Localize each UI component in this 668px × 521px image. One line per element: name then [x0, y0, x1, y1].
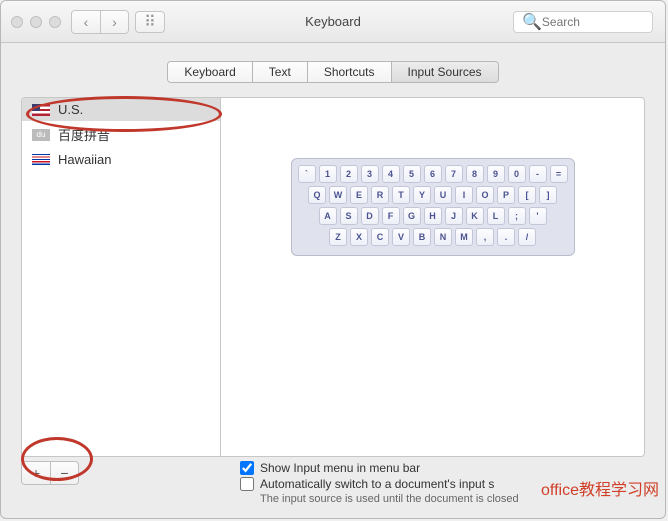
source-label: Hawaiian	[58, 152, 111, 167]
key: G	[403, 207, 421, 225]
add-button[interactable]: +	[22, 462, 50, 484]
key: H	[424, 207, 442, 225]
tabs: KeyboardTextShortcutsInput Sources	[1, 43, 665, 97]
keyboard-row: ZXCVBNM,./	[298, 228, 568, 246]
content: U.S. du 百度拼音 Hawaiian `1234567890-= QWERTYUI…	[1, 97, 665, 457]
tab-shortcuts[interactable]: Shortcuts	[307, 62, 391, 82]
back-button[interactable]: ‹	[72, 11, 100, 33]
key: R	[371, 186, 389, 204]
search-field[interactable]: 🔍	[513, 11, 653, 33]
key: 0	[508, 165, 526, 183]
keyboard-layout: `1234567890-= QWERTYUIOP[] ASDFGHJKL;' ZXCV…	[291, 158, 575, 256]
key: A	[319, 207, 337, 225]
source-label: U.S.	[58, 102, 83, 117]
titlebar: ‹ › ⠿ Keyboard 🔍	[1, 1, 665, 43]
key: Z	[329, 228, 347, 246]
key: '	[529, 207, 547, 225]
key: M	[455, 228, 473, 246]
key: T	[392, 186, 410, 204]
key: Y	[413, 186, 431, 204]
flag-icon	[32, 154, 50, 166]
add-remove-box: + −	[21, 461, 79, 485]
tab-keyboard[interactable]: Keyboard	[168, 62, 251, 82]
grid-icon: ⠿	[144, 12, 156, 32]
source-list: U.S. du 百度拼音 Hawaiian	[21, 97, 221, 457]
key: ,	[476, 228, 494, 246]
key: .	[497, 228, 515, 246]
key: X	[350, 228, 368, 246]
traffic-lights	[11, 16, 61, 28]
key: 3	[361, 165, 379, 183]
key: K	[466, 207, 484, 225]
flag-icon	[32, 104, 50, 116]
search-icon: 🔍	[522, 12, 542, 32]
tab-text[interactable]: Text	[252, 62, 307, 82]
key: 9	[487, 165, 505, 183]
key: 7	[445, 165, 463, 183]
key: U	[434, 186, 452, 204]
key: 5	[403, 165, 421, 183]
source-item[interactable]: U.S.	[22, 98, 220, 121]
key: =	[550, 165, 568, 183]
keyboard-row: ASDFGHJKL;'	[298, 207, 568, 225]
keyboard-preview: `1234567890-= QWERTYUIOP[] ASDFGHJKL;' ZXCV…	[221, 97, 645, 457]
key: 2	[340, 165, 358, 183]
auto-switch-checkbox[interactable]	[240, 477, 254, 491]
key: F	[382, 207, 400, 225]
search-input[interactable]	[542, 15, 644, 29]
show-menu-checkbox[interactable]	[240, 461, 254, 475]
key: -	[529, 165, 547, 183]
key: P	[497, 186, 515, 204]
zoom-icon[interactable]	[49, 16, 61, 28]
key: 6	[424, 165, 442, 183]
keyboard-row: QWERTYUIOP[]	[298, 186, 568, 204]
flag-icon: du	[32, 129, 50, 141]
key: W	[329, 186, 347, 204]
tab-input-sources[interactable]: Input Sources	[391, 62, 498, 82]
key: Q	[308, 186, 326, 204]
key: D	[361, 207, 379, 225]
key: V	[392, 228, 410, 246]
key: /	[518, 228, 536, 246]
keyboard-row: `1234567890-=	[298, 165, 568, 183]
key: B	[413, 228, 431, 246]
key: 1	[319, 165, 337, 183]
key: ;	[508, 207, 526, 225]
show-all-button[interactable]: ⠿	[135, 11, 165, 33]
forward-button[interactable]: ›	[100, 11, 128, 33]
source-item[interactable]: Hawaiian	[22, 148, 220, 171]
close-icon[interactable]	[11, 16, 23, 28]
key: [	[518, 186, 536, 204]
key: 4	[382, 165, 400, 183]
auto-switch-label: Automatically switch to a document's inp…	[260, 477, 494, 491]
remove-button[interactable]: −	[50, 462, 78, 484]
key: L	[487, 207, 505, 225]
key: I	[455, 186, 473, 204]
key: J	[445, 207, 463, 225]
key: C	[371, 228, 389, 246]
minimize-icon[interactable]	[30, 16, 42, 28]
show-menu-label: Show Input menu in menu bar	[260, 461, 420, 475]
window-title: Keyboard	[305, 14, 361, 29]
watermark: office教程学习网	[541, 476, 659, 500]
show-menu-option[interactable]: Show Input menu in menu bar	[240, 461, 645, 475]
source-item[interactable]: du 百度拼音	[22, 121, 220, 148]
key: O	[476, 186, 494, 204]
key: S	[340, 207, 358, 225]
nav-back-forward: ‹ ›	[71, 10, 129, 34]
source-label: 百度拼音	[58, 125, 110, 144]
key: E	[350, 186, 368, 204]
preferences-window: ‹ › ⠿ Keyboard 🔍 KeyboardTextShortcutsIn…	[0, 0, 666, 519]
key: 8	[466, 165, 484, 183]
key: N	[434, 228, 452, 246]
key: `	[298, 165, 316, 183]
key: ]	[539, 186, 557, 204]
